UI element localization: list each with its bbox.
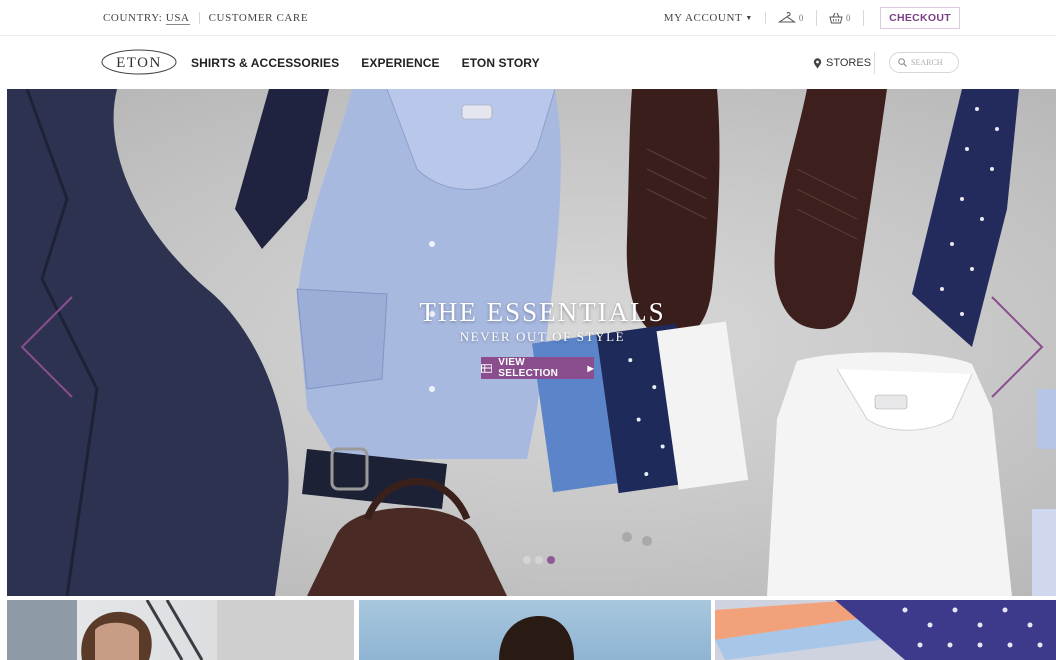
carousel-dot-2[interactable]	[535, 556, 543, 564]
wishlist-count: 0	[798, 13, 804, 23]
chevron-left-icon[interactable]	[18, 295, 74, 399]
utility-right: MY ACCOUNT ▼ 0 0 CHECKOUT	[664, 0, 960, 36]
map-pin-icon	[813, 57, 822, 68]
utility-left: COUNTRY: USA CUSTOMER CARE	[103, 0, 308, 36]
promo-tile-2[interactable]	[359, 600, 711, 660]
chevron-right-icon[interactable]	[990, 295, 1046, 399]
arrow-right-icon: ▶	[587, 363, 594, 373]
country-label: COUNTRY:	[103, 12, 163, 24]
country-selector[interactable]: COUNTRY: USA	[103, 12, 200, 25]
hero-subtitle: NEVER OUT OF STYLE	[459, 329, 626, 344]
caret-down-icon: ▼	[745, 14, 753, 22]
checkout-button[interactable]: CHECKOUT	[880, 7, 960, 29]
hero-caption: THE ESSENTIALS NEVER OUT OF STYLE	[7, 297, 1056, 345]
logo-oval: ETON	[101, 49, 177, 75]
pocket-squares-image	[532, 321, 749, 494]
view-selection-button[interactable]: VIEW SELECTION ▶	[481, 357, 594, 379]
nav-divider	[874, 52, 875, 74]
promo-image-3	[715, 600, 1056, 660]
eton-logo[interactable]: ETON	[101, 49, 177, 75]
nav-item-eton-story[interactable]: ETON STORY	[462, 56, 540, 70]
main-navigation: ETON SHIRTS & ACCESSORIES EXPERIENCE ETO…	[0, 37, 1056, 89]
promo-image-2	[499, 616, 574, 660]
bag-image	[307, 507, 507, 596]
logo-text: ETON	[116, 55, 162, 71]
customer-care-link[interactable]: CUSTOMER CARE	[200, 12, 309, 24]
wishlist-button[interactable]: 0	[766, 10, 817, 26]
cart-count: 0	[845, 13, 852, 23]
search-input[interactable]	[911, 58, 951, 67]
nav-item-experience[interactable]: EXPERIENCE	[361, 56, 439, 70]
stores-label: STORES	[826, 57, 872, 69]
promo-image-1	[7, 600, 354, 660]
carousel-dot-1[interactable]	[523, 556, 531, 564]
view-selection-label: VIEW SELECTION	[498, 357, 559, 379]
hanger-icon	[777, 12, 796, 23]
gift-icon	[481, 363, 493, 373]
country-value[interactable]: USA	[165, 12, 190, 25]
hero-carousel[interactable]: THE ESSENTIALS NEVER OUT OF STYLE VIEW S…	[7, 89, 1056, 596]
cart-button[interactable]: 0	[817, 10, 865, 26]
search-box[interactable]	[889, 52, 959, 73]
carousel-pagination	[523, 556, 559, 564]
basket-icon	[829, 12, 843, 24]
hero-title: THE ESSENTIALS	[419, 297, 666, 327]
my-account-menu[interactable]: MY ACCOUNT ▼	[664, 12, 766, 24]
search-icon	[898, 58, 907, 67]
right-shoe-image	[774, 89, 887, 330]
nav-item-shirts-accessories[interactable]: SHIRTS & ACCESSORIES	[191, 56, 339, 70]
carousel-dot-3[interactable]	[547, 556, 555, 564]
my-account-label: MY ACCOUNT	[663, 12, 743, 24]
utility-bar: COUNTRY: USA CUSTOMER CARE MY ACCOUNT ▼ 0…	[0, 0, 1056, 36]
promo-tile-3[interactable]	[715, 600, 1056, 660]
promo-tile-1[interactable]	[7, 600, 354, 660]
primary-nav: SHIRTS & ACCESSORIES EXPERIENCE ETON STO…	[191, 37, 562, 89]
